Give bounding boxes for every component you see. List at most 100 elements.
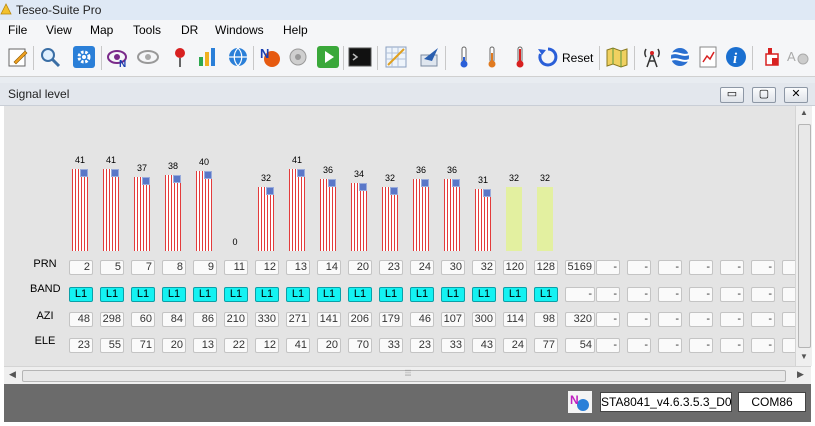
azi-cell: 141: [317, 312, 341, 327]
azi-cell: 330: [255, 312, 279, 327]
flag-icon: [483, 189, 491, 197]
band-row-label: BAND: [30, 283, 61, 295]
azi-cell: 114: [503, 312, 527, 327]
azi-cell: -: [627, 312, 651, 327]
signal-bar: [320, 179, 336, 251]
scroll-right-icon[interactable]: ▶: [797, 369, 804, 380]
ele-cell: -: [751, 338, 775, 353]
band-cell: -: [565, 287, 595, 302]
thermometer-orange-icon[interactable]: [480, 45, 504, 69]
panel-title: Signal level: [8, 87, 70, 101]
ele-cell: 24: [503, 338, 527, 353]
map-pin-icon[interactable]: [168, 45, 192, 69]
scroll-left-icon[interactable]: ◀: [9, 369, 16, 380]
menu-help[interactable]: Help: [283, 23, 308, 37]
ele-cell: 55: [100, 338, 124, 353]
edit-icon[interactable]: [6, 45, 30, 69]
bar-chart-icon[interactable]: [196, 45, 220, 69]
nmea-icon[interactable]: N: [258, 45, 282, 69]
thermometer-blue-icon[interactable]: [452, 45, 476, 69]
flag-icon: [452, 179, 460, 187]
prn-cell: 14: [317, 260, 341, 275]
reset-icon[interactable]: [536, 45, 560, 69]
prn-row-label: PRN: [33, 258, 57, 270]
azi-cell: -: [751, 312, 775, 327]
signal-level-label: 36: [322, 165, 333, 175]
band-cell: L1: [131, 287, 155, 302]
azi-cell: -: [658, 312, 682, 327]
globe-icon[interactable]: [226, 45, 250, 69]
ele-cell: 41: [286, 338, 310, 353]
menu-windows[interactable]: Windows: [215, 23, 264, 37]
signal-level-label: 41: [105, 155, 116, 165]
signal-level-panel: PRN BAND AZI ELE 41 2 L1 48 23 41 5 L1 298 55 37 7 L…: [4, 106, 806, 366]
band-cell: -: [751, 287, 775, 302]
earth-icon[interactable]: [668, 45, 692, 69]
ele-cell: 22: [224, 338, 248, 353]
record-icon[interactable]: [286, 45, 310, 69]
scroll-down-icon[interactable]: ▼: [796, 352, 812, 361]
azi-cell: 179: [379, 312, 403, 327]
azi-cell: 271: [286, 312, 310, 327]
signal-level-label: 0: [232, 237, 238, 247]
search-icon[interactable]: [38, 45, 62, 69]
minimize-button[interactable]: ▭: [720, 87, 744, 103]
azi-cell: -: [596, 312, 620, 327]
flag-icon: [142, 177, 150, 185]
restore-button[interactable]: ▢: [752, 87, 776, 103]
satellite-view-icon[interactable]: N: [106, 45, 130, 69]
ele-cell: -: [596, 338, 620, 353]
prn-cell: 2: [69, 260, 93, 275]
prn-cell: 128: [534, 260, 558, 275]
antenna-icon[interactable]: [640, 45, 664, 69]
status-bar: N STA8041_v4.6.3.5.3_D0 COM86: [4, 384, 811, 422]
grid-icon[interactable]: [384, 45, 408, 69]
horizontal-scroll-thumb[interactable]: ⦙⦙⦙: [22, 368, 786, 382]
signal-bar: [72, 169, 88, 251]
prn-cell: 30: [441, 260, 465, 275]
terminal-icon[interactable]: [348, 45, 372, 69]
menu-view[interactable]: View: [46, 23, 72, 37]
azi-cell: 107: [441, 312, 465, 327]
window-title: Teseo-Suite Pro: [16, 3, 102, 17]
signal-level-label: 34: [353, 169, 364, 179]
play-icon[interactable]: [316, 45, 340, 69]
vertical-scrollbar[interactable]: ▲ ▼: [795, 106, 812, 366]
document-chart-icon[interactable]: [696, 45, 720, 69]
menu-dr[interactable]: DR: [181, 23, 198, 37]
settings-icon[interactable]: [72, 45, 96, 69]
prn-cell: 8: [162, 260, 186, 275]
info-icon[interactable]: i: [724, 45, 748, 69]
menu-tools[interactable]: Tools: [133, 23, 161, 37]
settings-grey-icon[interactable]: A: [786, 45, 810, 69]
azi-cell: 46: [410, 312, 434, 327]
prn-cell: -: [658, 260, 682, 275]
close-button[interactable]: ✕: [784, 87, 808, 103]
signal-bar: [537, 187, 553, 251]
prn-cell: 23: [379, 260, 403, 275]
ele-cell: 13: [193, 338, 217, 353]
signal-bar: [289, 169, 305, 251]
send-icon[interactable]: [418, 45, 442, 69]
signal-bar: [475, 189, 491, 251]
menu-file[interactable]: File: [8, 23, 27, 37]
band-cell: L1: [224, 287, 248, 302]
horizontal-scrollbar[interactable]: ◀ ⦙⦙⦙ ▶: [4, 366, 811, 384]
map-icon[interactable]: [605, 45, 629, 69]
prn-cell: -: [689, 260, 713, 275]
band-cell: L1: [348, 287, 372, 302]
band-cell: L1: [317, 287, 341, 302]
band-cell: L1: [503, 287, 527, 302]
ele-cell: -: [658, 338, 682, 353]
vertical-scroll-thumb[interactable]: [798, 124, 811, 348]
menu-map[interactable]: Map: [90, 23, 113, 37]
app-logo-icon: [0, 3, 12, 15]
eye-icon[interactable]: [136, 45, 160, 69]
scroll-up-icon[interactable]: ▲: [796, 108, 812, 117]
reset-button-label[interactable]: Reset: [562, 51, 593, 65]
restore-icon: ▢: [758, 88, 770, 100]
thermometer-red-icon[interactable]: [508, 45, 532, 69]
band-cell: L1: [534, 287, 558, 302]
flag-icon: [266, 187, 274, 195]
usb-icon[interactable]: [758, 45, 782, 69]
